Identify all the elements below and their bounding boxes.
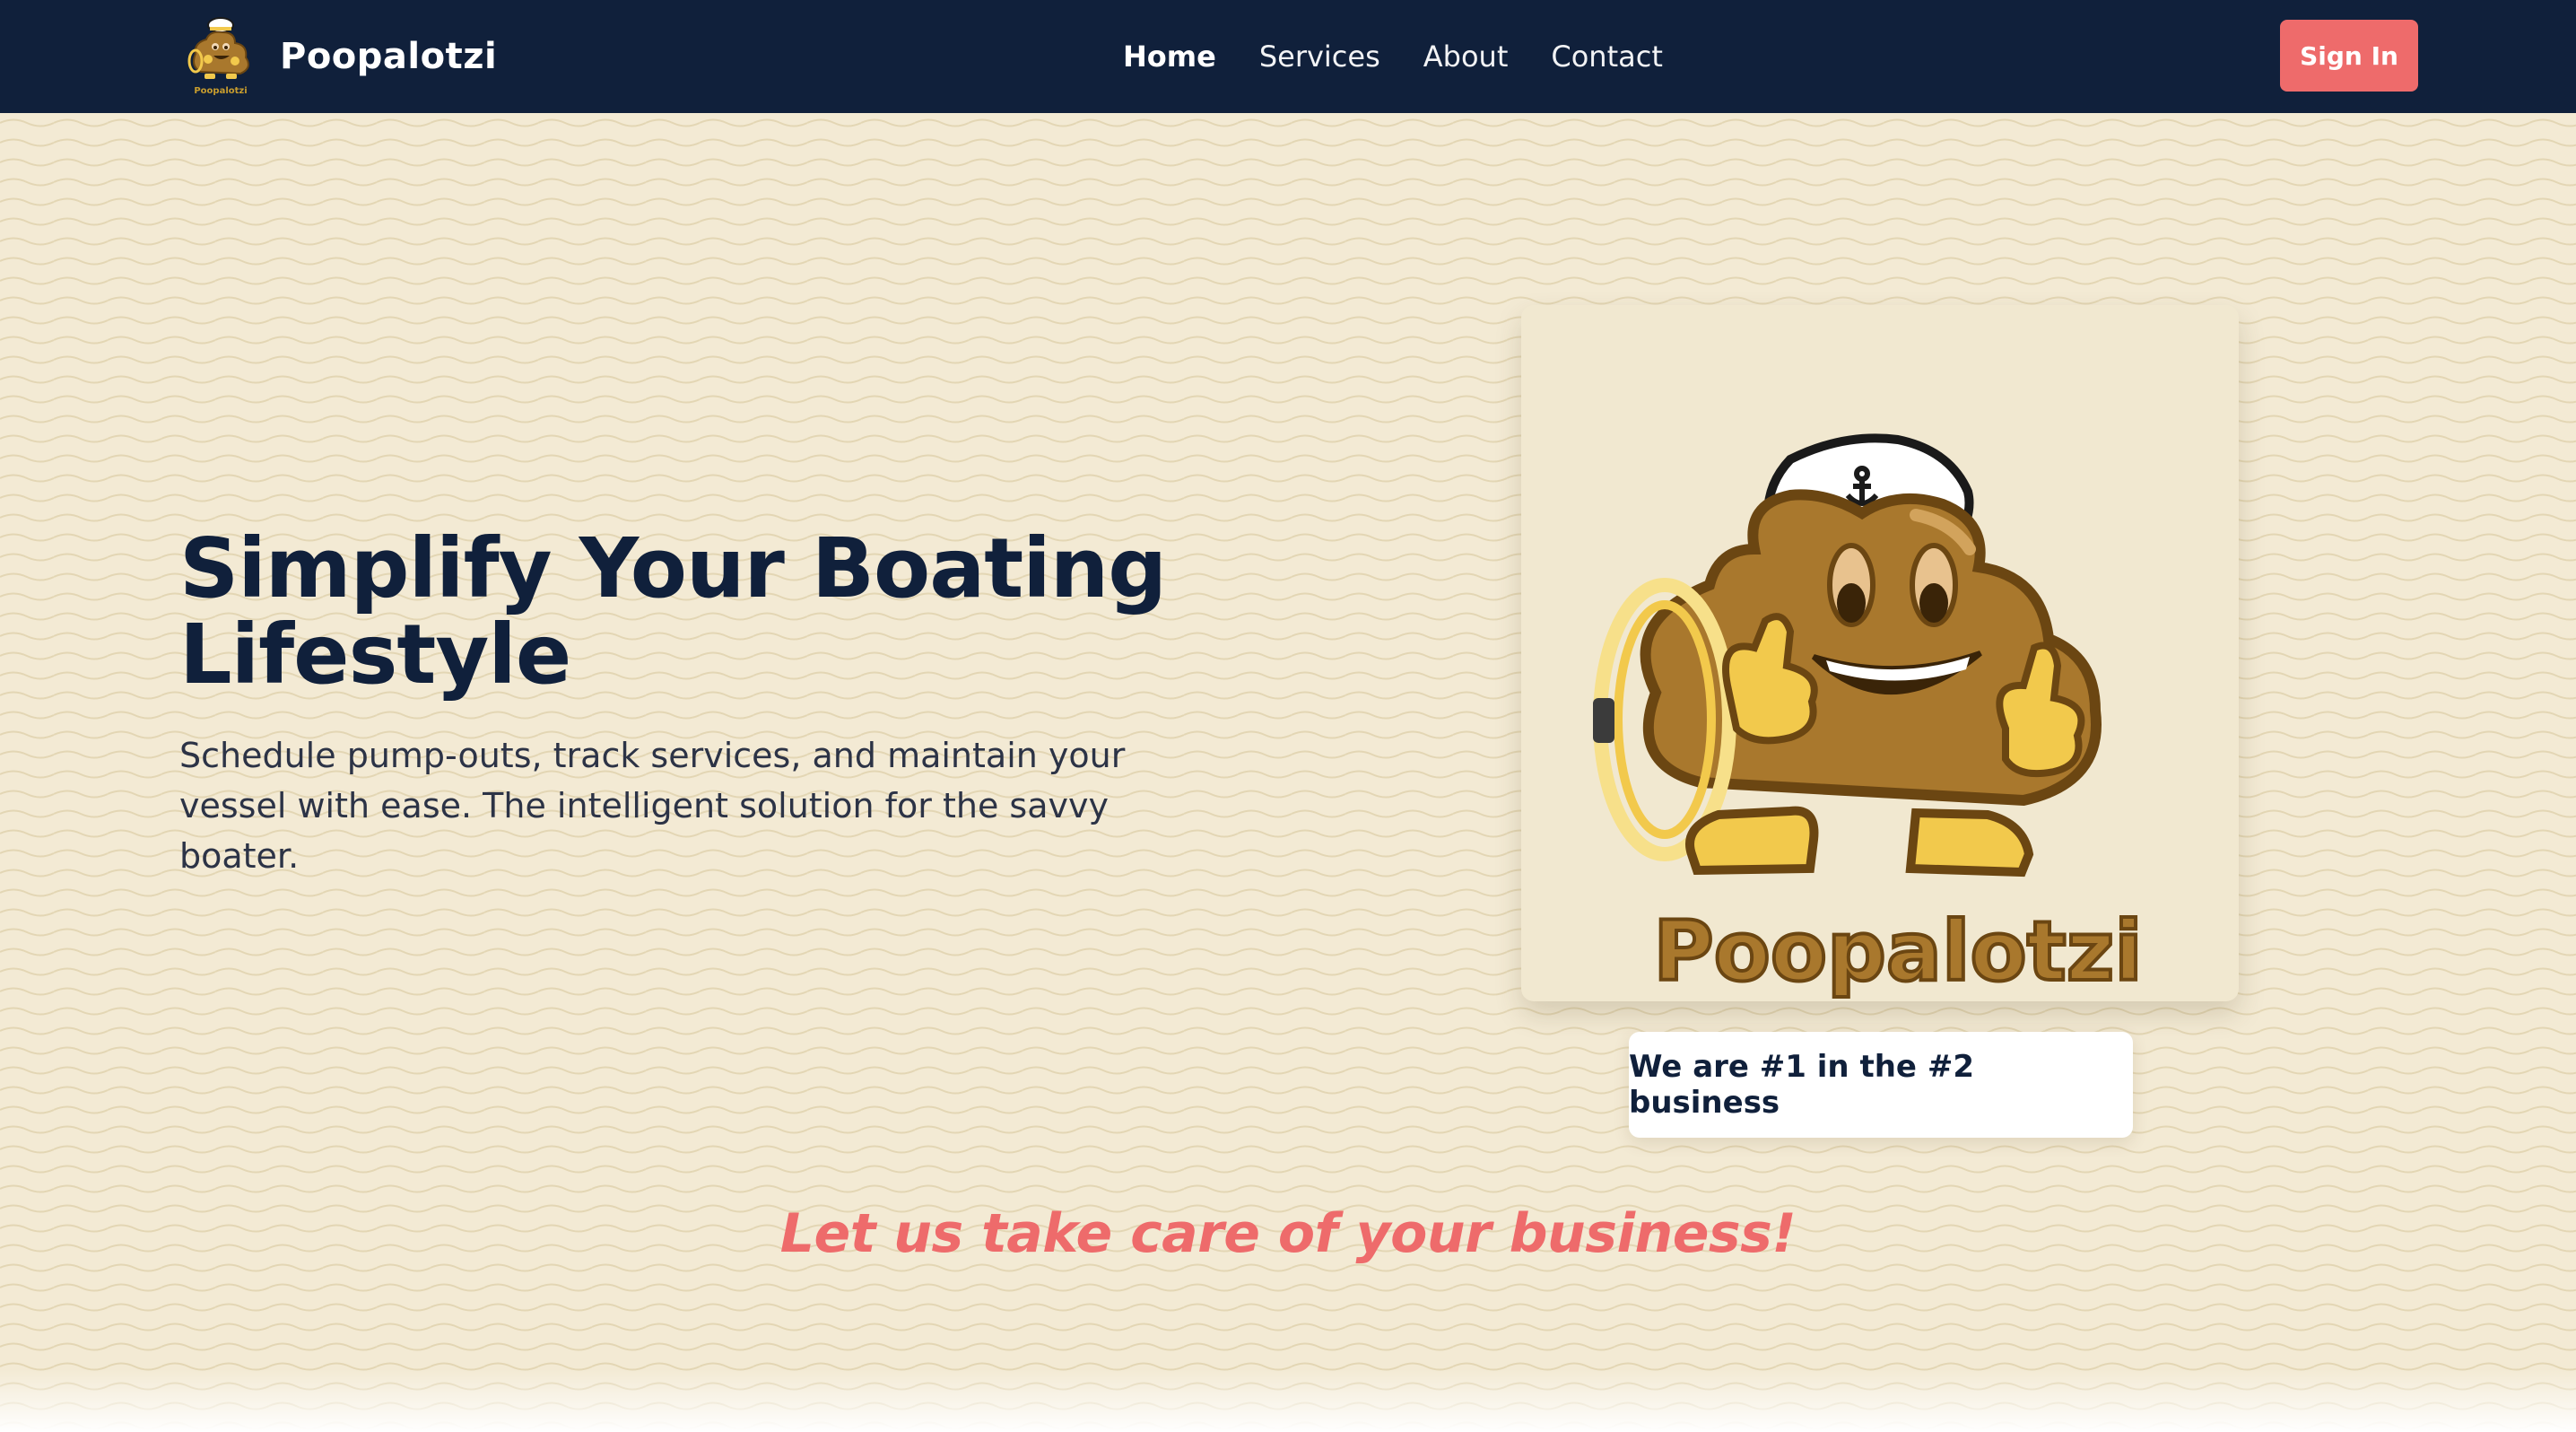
mascot-card: Poopalotzi xyxy=(1521,305,2239,1001)
nav-link-services[interactable]: Services xyxy=(1259,39,1380,74)
primary-nav: Home Services About Contact xyxy=(1123,0,1706,113)
nav-link-about[interactable]: About xyxy=(1423,39,1509,74)
brand-name: Poopalotzi xyxy=(280,36,498,77)
logo-wordmark: Poopalotzi xyxy=(194,86,247,96)
hero-title: Simplify Your Boating Lifestyle xyxy=(179,520,1167,703)
mascot-wordmark: Poopalotzi xyxy=(1653,904,2143,1000)
poop-captain-mascot-illustration: Poopalotzi xyxy=(1593,433,2145,1001)
tagline-card: We are #1 in the #2 business xyxy=(1629,1032,2133,1138)
hero-subtitle: Schedule pump-outs, track services, and … xyxy=(179,736,1126,876)
brand-home-link[interactable]: Poopalotzi Poopalotzi xyxy=(183,13,497,100)
nav-link-contact[interactable]: Contact xyxy=(1551,39,1663,74)
tagline-text: We are #1 in the #2 business xyxy=(1629,1049,1974,1121)
bottom-fade xyxy=(0,1369,2576,1432)
cta-heading: Let us take care of your business! xyxy=(779,1202,1797,1265)
navbar: Poopalotzi Poopalotzi Home Services Abou… xyxy=(0,0,2576,113)
poop-captain-logo-icon: Poopalotzi xyxy=(187,17,249,96)
nav-link-home[interactable]: Home xyxy=(1123,39,1216,74)
sign-in-button[interactable]: Sign In xyxy=(2280,20,2418,92)
